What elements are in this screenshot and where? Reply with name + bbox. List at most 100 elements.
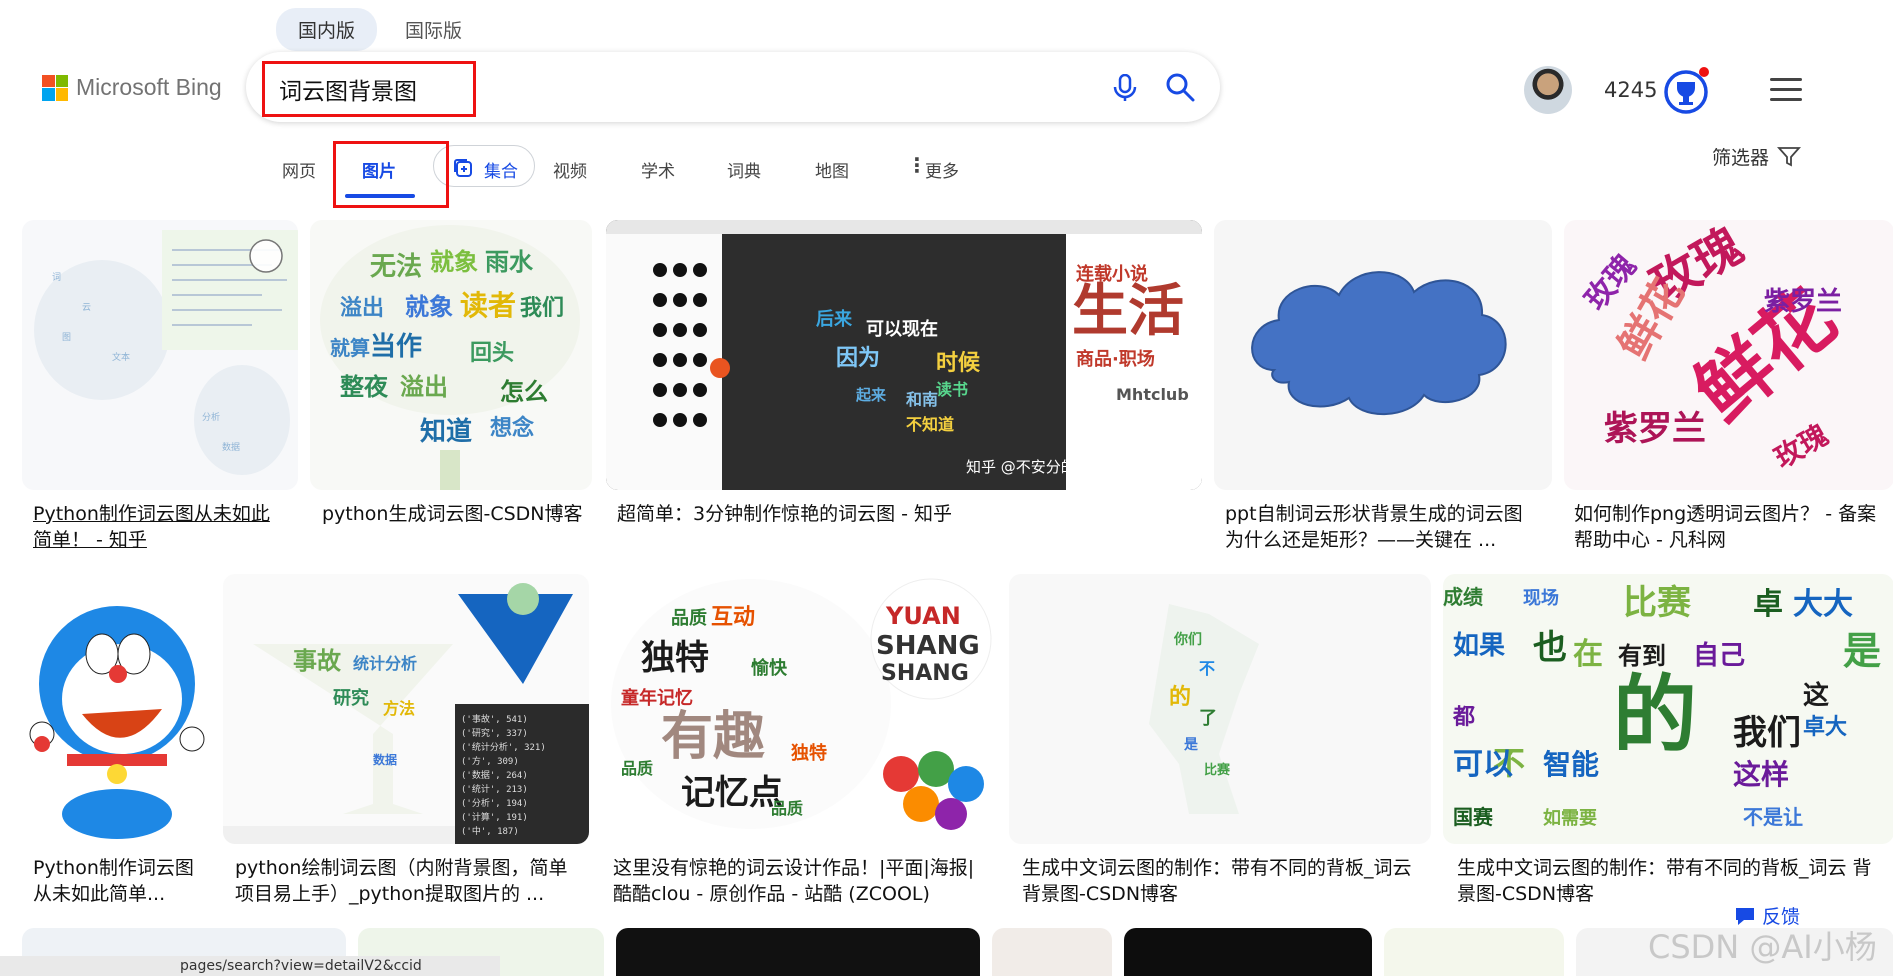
svg-text:现场: 现场 <box>1523 588 1559 609</box>
svg-text:有趣: 有趣 <box>661 707 765 767</box>
tab-web[interactable]: 网页 <box>282 157 316 182</box>
svg-text:溢出: 溢出 <box>340 295 384 321</box>
svg-text:你们: 你们 <box>1173 631 1202 648</box>
svg-text:智能: 智能 <box>1543 748 1599 781</box>
svg-text:SHANG: SHANG <box>876 631 980 661</box>
svg-text:大大: 大大 <box>1793 587 1853 622</box>
result-caption-6[interactable]: Python制作词云图从未如此简单... <box>33 855 211 907</box>
svg-text:时候: 时候 <box>936 351 981 376</box>
svg-text:('计算', 191): ('计算', 191) <box>461 811 528 823</box>
svg-text:文本: 文本 <box>112 351 130 363</box>
result-image-16[interactable] <box>1384 928 1564 976</box>
result-caption-3[interactable]: 超简单：3分钟制作惊艳的词云图 - 知乎 <box>617 501 1177 527</box>
svg-text:不: 不 <box>1199 659 1215 678</box>
result-image-3[interactable]: 后来 可以现在 因为 时候 读书 和南 不知道 起来 连载小说 生活 商品·职场… <box>606 220 1202 490</box>
tab-domestic[interactable]: 国内版 <box>276 8 378 51</box>
svg-text:读者: 读者 <box>460 289 516 322</box>
status-bar-url: pages/search?view=detailV2&ccid <box>0 956 500 976</box>
hamburger-menu-icon[interactable] <box>1770 78 1802 102</box>
svg-text:我们: 我们 <box>520 296 564 321</box>
result-caption-7[interactable]: python绘制词云图（内附背景图，简单项目易上手）_python提取图片的 .… <box>235 855 585 907</box>
rewards-trophy-icon[interactable] <box>1664 66 1712 114</box>
svg-text:这: 这 <box>1803 680 1829 711</box>
svg-text:商品·职场: 商品·职场 <box>1076 348 1155 370</box>
svg-text:溢出: 溢出 <box>400 373 448 401</box>
result-caption-5[interactable]: 如何制作png透明词云图片？ - 备案帮助中心 - 凡科网 <box>1574 501 1884 553</box>
tab-more[interactable]: 更多 <box>925 157 959 182</box>
result-image-13[interactable] <box>616 928 980 976</box>
svg-text:数据: 数据 <box>222 441 240 453</box>
svg-text:我们: 我们 <box>1733 713 1801 753</box>
filter-button[interactable]: 筛选器 <box>1712 143 1802 170</box>
svg-text:这样: 这样 <box>1733 758 1789 791</box>
svg-text:('统计', 213): ('统计', 213) <box>461 783 528 795</box>
svg-text:品质: 品质 <box>771 799 803 818</box>
svg-text:童年记忆: 童年记忆 <box>621 687 693 709</box>
result-image-15[interactable] <box>1124 928 1372 976</box>
result-image-9[interactable]: 你们 不 的 了 是 比赛 <box>1009 574 1431 844</box>
svg-text:就算: 就算 <box>330 336 370 360</box>
tab-maps[interactable]: 地图 <box>815 157 849 182</box>
svg-text:在: 在 <box>1573 637 1603 672</box>
bing-logo[interactable]: Microsoft Bing <box>42 74 222 101</box>
filter-icon <box>1777 146 1802 166</box>
tab-international[interactable]: 国际版 <box>383 8 484 51</box>
svg-text:紫罗兰: 紫罗兰 <box>1604 409 1706 449</box>
result-caption-10[interactable]: 生成中文词云图的制作：带有不同的背板_词云 背景图-CSDN博客 <box>1457 855 1887 907</box>
svg-text:可以: 可以 <box>1453 747 1513 782</box>
result-image-14[interactable] <box>992 928 1112 976</box>
svg-text:Mhtclub: Mhtclub <box>1116 385 1189 404</box>
svg-text:读书: 读书 <box>936 380 968 399</box>
svg-text:雨水: 雨水 <box>485 248 534 276</box>
result-image-10[interactable]: 成绩 现场 比赛 卓 大大 如果 也 在 有到 自己 是 的 都 不 智能 我们… <box>1443 574 1893 844</box>
svg-text:分析: 分析 <box>202 411 220 423</box>
svg-text:事故: 事故 <box>293 647 342 675</box>
microphone-icon[interactable] <box>1112 74 1138 102</box>
result-image-6[interactable] <box>22 574 211 844</box>
svg-text:生活: 生活 <box>1072 279 1184 344</box>
result-image-8[interactable]: 品质 互动 独特 愉快 童年记忆 有趣 记忆点 品质 独特 品质 YUAN SH… <box>601 574 997 844</box>
result-caption-9[interactable]: 生成中文词云图的制作：带有不同的背板_词云背景图-CSDN博客 <box>1022 855 1427 907</box>
svg-text:是: 是 <box>1843 629 1881 673</box>
rewards-points[interactable]: 4245 <box>1604 78 1657 102</box>
svg-text:YUAN: YUAN <box>885 602 961 630</box>
tab-dictionary[interactable]: 词典 <box>727 157 761 182</box>
svg-text:研究: 研究 <box>333 687 369 709</box>
search-input[interactable]: 词云图背景图 <box>279 72 417 106</box>
svg-text:独特: 独特 <box>791 742 827 764</box>
svg-text:方法: 方法 <box>383 699 415 718</box>
svg-text:('事故', 541): ('事故', 541) <box>461 713 528 725</box>
result-caption-8[interactable]: 这里没有惊艳的词云设计作品！|平面|海报|酷酷clou - 原创作品 - 站酷 … <box>613 855 993 907</box>
avatar[interactable] <box>1524 66 1572 114</box>
svg-text:卓: 卓 <box>1753 587 1783 622</box>
svg-text:('分析', 194): ('分析', 194) <box>461 797 528 809</box>
svg-text:图: 图 <box>62 332 71 343</box>
svg-text:玫瑰: 玫瑰 <box>1769 418 1834 475</box>
svg-text:起来: 起来 <box>855 386 887 404</box>
svg-text:的: 的 <box>1613 666 1697 764</box>
svg-text:('中', 187): ('中', 187) <box>461 825 519 837</box>
tab-videos[interactable]: 视频 <box>553 157 587 182</box>
svg-text:也: 也 <box>1533 628 1567 668</box>
result-image-2[interactable]: 无法 就象 雨水 溢出 就象 读者 我们 就算 当作 回头 整夜 溢出 怎么 知… <box>310 220 592 490</box>
search-icon[interactable] <box>1165 72 1195 102</box>
svg-text:无法: 无法 <box>370 252 422 282</box>
svg-text:比赛: 比赛 <box>1623 583 1692 623</box>
svg-text:成绩: 成绩 <box>1443 585 1483 609</box>
result-image-1[interactable]: 词云图文本 分析 数据 <box>22 220 298 490</box>
svg-text:记忆点: 记忆点 <box>681 773 783 813</box>
result-image-5[interactable]: 玫瑰 鲜花 鲜花 紫罗兰 紫罗兰 玫瑰 玫瑰 <box>1564 220 1893 490</box>
filter-label: 筛选器 <box>1712 147 1770 169</box>
result-caption-2[interactable]: python生成词云图-CSDN博客 <box>322 501 587 527</box>
tab-collections[interactable]: 集合 <box>484 157 518 182</box>
svg-text:自己: 自己 <box>1693 640 1745 671</box>
result-caption-4[interactable]: ppt自制词云形状背景生成的词云图为什么还是矩形？——关键在 ... <box>1225 501 1535 553</box>
svg-text:词: 词 <box>52 272 61 283</box>
svg-text:后来: 后来 <box>816 309 853 330</box>
result-caption-1[interactable]: Python制作词云图从未如此简单！ - 知乎 <box>33 501 288 553</box>
tab-academic[interactable]: 学术 <box>641 157 675 182</box>
svg-text:比赛: 比赛 <box>1204 762 1231 778</box>
result-image-7[interactable]: 事故 统计分析 研究 方法 数据 ('事故', 541) ('研究', 337)… <box>223 574 589 844</box>
result-image-4[interactable] <box>1214 220 1552 490</box>
svg-text:因为: 因为 <box>836 346 880 371</box>
